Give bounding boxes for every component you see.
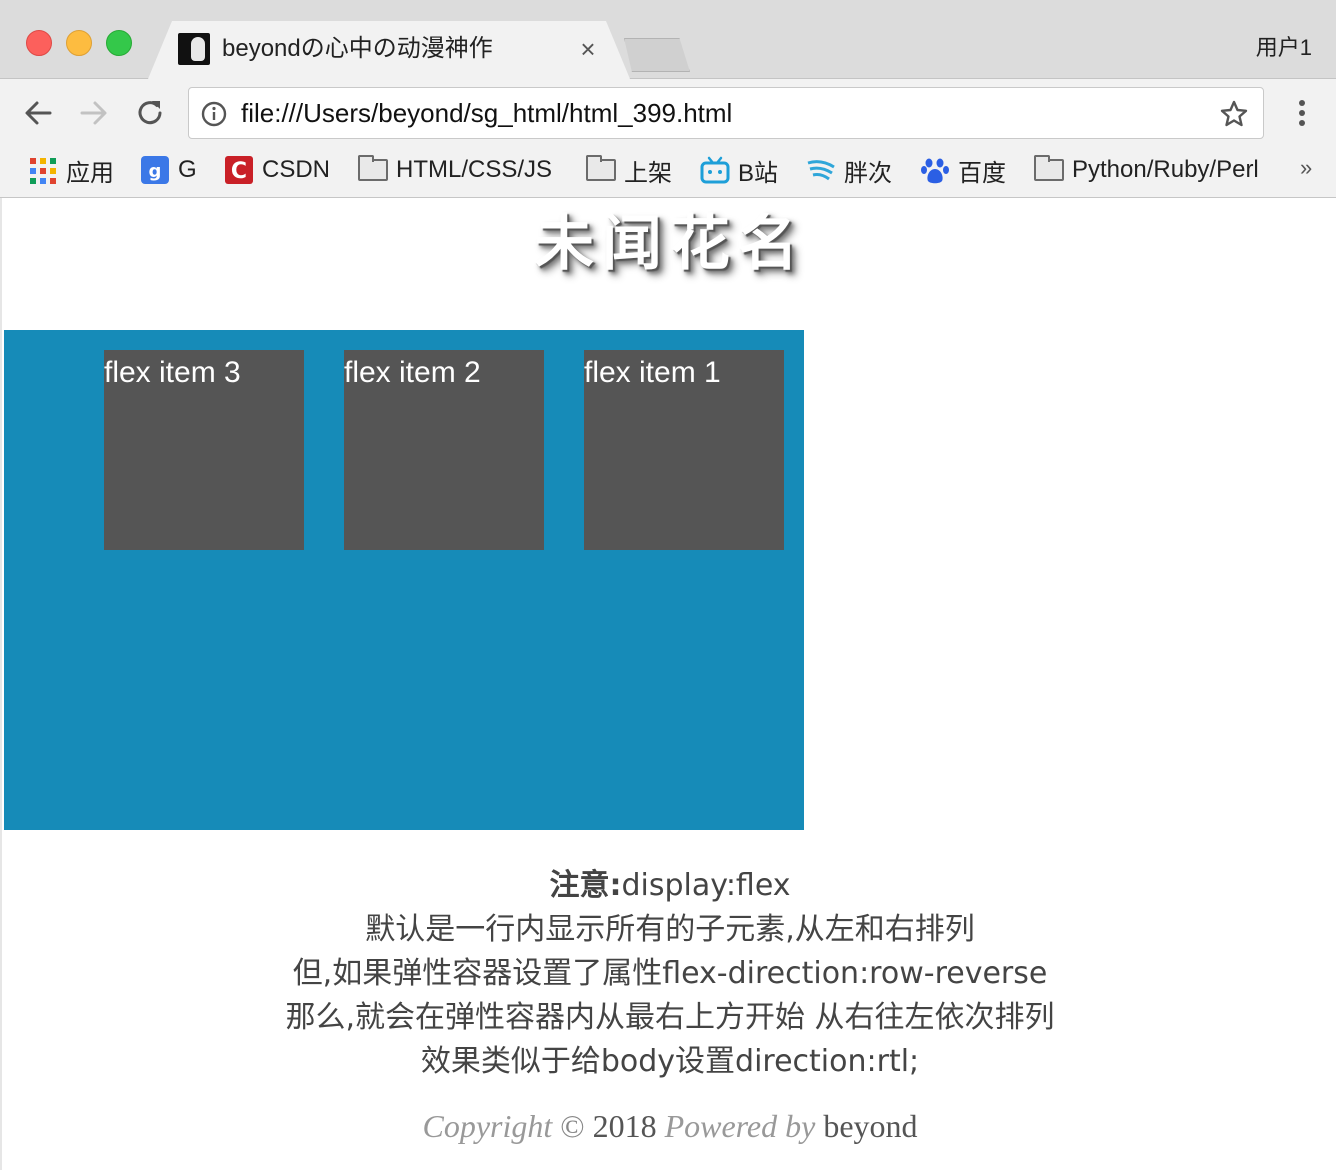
new-tab-button[interactable] — [624, 38, 690, 72]
page-heading: 未闻花名 — [534, 209, 806, 279]
folder-icon — [1034, 155, 1064, 181]
svg-text:g: g — [149, 161, 162, 182]
bookmark-bilibili[interactable]: B站 — [700, 153, 778, 187]
title-bar: beyondの心中の动漫神作 × 用户1 — [0, 0, 1336, 79]
wing-icon — [807, 160, 835, 181]
tab-close-button[interactable]: × — [574, 33, 602, 65]
bookmark-apps[interactable]: 应用 — [28, 153, 114, 187]
note-line: 效果类似于给body设置direction:rtl; — [420, 1044, 920, 1079]
note-line: 那么,就会在弹性容器内从最右上方开始 从右往左依次排列 — [285, 1000, 1055, 1035]
bookmark-folder-html[interactable]: HTML/CSS/JS — [358, 153, 552, 187]
bookmark-baidu[interactable]: 百度 — [920, 153, 1006, 187]
tab-title[interactable]: beyondの心中の动漫神作 — [222, 33, 493, 65]
bookmark-star-icon[interactable] — [1219, 99, 1249, 129]
bookmark-label: 应用 — [66, 159, 114, 187]
more-menu-icon[interactable] — [1290, 95, 1314, 131]
flex-item: flex item 2 — [344, 350, 544, 550]
bookmarks-overflow-button[interactable]: » — [1300, 155, 1312, 181]
flex-container: flex item 1 flex item 2 flex item 3 — [4, 330, 804, 830]
copyright-footer: Copyright © 2018 Powered by beyond — [422, 1108, 918, 1144]
toolbar: file:///Users/beyond/sg_html/html_399.ht… — [0, 79, 1336, 143]
note-line: 默认是一行内显示所有的子元素,从左和右排列 — [365, 912, 975, 947]
address-bar[interactable]: file:///Users/beyond/sg_html/html_399.ht… — [188, 87, 1264, 139]
info-icon[interactable] — [201, 101, 227, 127]
apps-grid-icon — [30, 158, 56, 184]
zoom-window-button[interactable] — [106, 30, 132, 56]
google-icon: g — [141, 156, 169, 184]
bookmark-label: 上架 — [624, 159, 672, 187]
folder-icon — [586, 155, 616, 181]
close-window-button[interactable] — [26, 30, 52, 56]
bookmark-label: CSDN — [262, 156, 331, 183]
bookmark-pangci[interactable]: 胖次 — [806, 153, 892, 187]
flex-item: flex item 3 — [104, 350, 304, 550]
bookmark-google[interactable]: g G — [140, 153, 197, 187]
bookmark-folder-python[interactable]: Python/Ruby/Perl — [1034, 153, 1259, 187]
svg-text:C: C — [231, 159, 247, 184]
bookmarks-bar: 应用 g G C CSDN HTML/CSS/JS 上架 B站 胖次 百度 Py… — [0, 143, 1336, 198]
url-text[interactable]: file:///Users/beyond/sg_html/html_399.ht… — [241, 96, 732, 130]
reload-icon[interactable] — [132, 95, 168, 131]
baidu-paw-icon — [921, 158, 949, 184]
page-content: 未闻花名 flex item 1 flex item 2 flex item 3… — [0, 198, 1336, 1170]
bookmark-label: HTML/CSS/JS — [396, 156, 553, 183]
flex-item: flex item 1 — [584, 350, 784, 550]
note-label: 注意: — [549, 868, 622, 903]
folder-icon — [358, 155, 388, 181]
csdn-icon: C — [225, 156, 253, 184]
tab-favicon-icon — [178, 33, 210, 65]
back-arrow-icon[interactable] — [20, 95, 56, 131]
bookmark-label: 胖次 — [844, 159, 892, 187]
bookmark-csdn[interactable]: C CSDN — [224, 153, 330, 187]
bookmark-label: Python/Ruby/Perl — [1072, 156, 1259, 183]
bookmark-folder-shangjia[interactable]: 上架 — [586, 153, 672, 187]
profile-button[interactable]: 用户1 — [1256, 30, 1312, 62]
note-line: 注意:display:flex — [549, 868, 791, 903]
forward-arrow-icon[interactable] — [76, 95, 112, 131]
bilibili-icon — [700, 156, 730, 184]
note-text: 注意:display:flex 默认是一行内显示所有的子元素,从左和右排列 但,… — [2, 864, 1336, 1084]
bookmark-label: B站 — [738, 159, 779, 187]
bookmark-label: 百度 — [958, 159, 1006, 187]
bookmark-label: G — [178, 156, 197, 183]
minimize-window-button[interactable] — [66, 30, 92, 56]
note-line: 但,如果弹性容器设置了属性flex-direction:row-reverse — [292, 956, 1048, 991]
